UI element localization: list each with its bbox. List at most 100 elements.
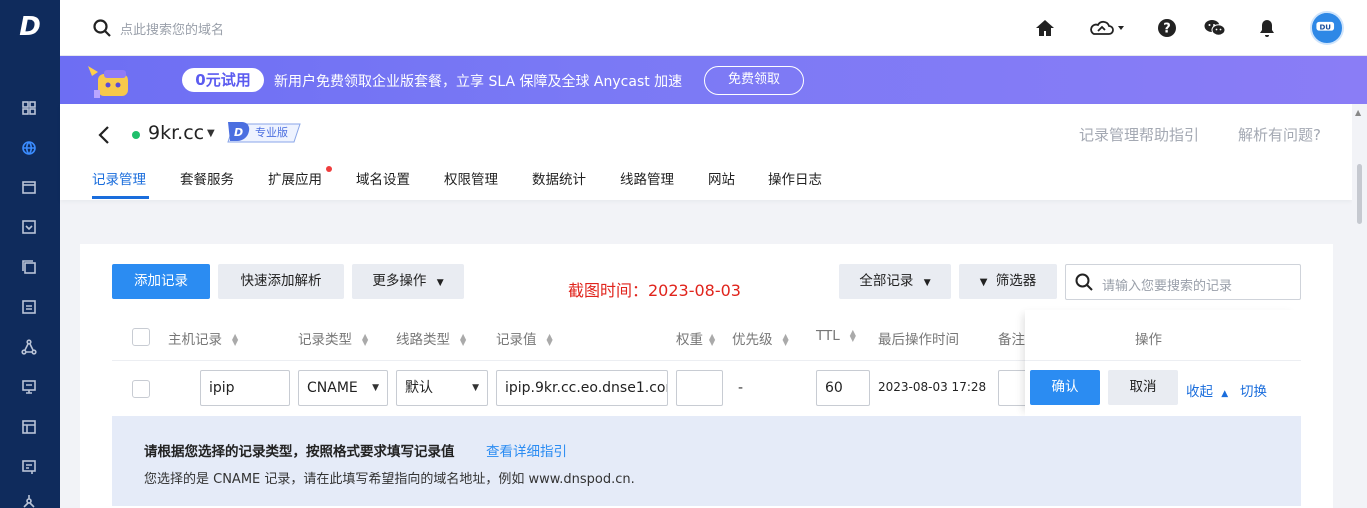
- promo-message: 新用户免费领取企业版套餐，立享 SLA 保障及全球 Anycast 加速: [274, 74, 683, 90]
- line-type-select[interactable]: 默认 ▼: [396, 370, 488, 406]
- column-header-line[interactable]: 线路类型 ▲ ▼: [396, 328, 466, 348]
- home-icon[interactable]: [1033, 16, 1057, 40]
- free-trial-pill: 0元试用: [182, 68, 264, 92]
- column-header-weight-label: 权重: [676, 332, 703, 348]
- column-header-remark: 备注: [998, 332, 1025, 348]
- edition-badge: D 专业版: [226, 120, 302, 144]
- tab-record-management[interactable]: 记录管理: [92, 168, 146, 188]
- column-header-value[interactable]: 记录值 ▲ ▼: [496, 328, 553, 348]
- more-operations-label: 更多操作: [372, 273, 427, 289]
- priority-value: -: [738, 380, 744, 396]
- collapse-label: 收起: [1186, 384, 1213, 400]
- sort-icon: ▲ ▼: [709, 332, 716, 347]
- svg-text:DU: DU: [1319, 22, 1331, 31]
- wechat-icon[interactable]: [1203, 16, 1227, 40]
- filter-button[interactable]: ▼ 筛选器: [959, 264, 1057, 299]
- column-header-ttl-label: TTL: [816, 328, 840, 344]
- ssl-icon[interactable]: [20, 458, 38, 476]
- record-type-value: CNAME: [307, 380, 358, 396]
- switch-link[interactable]: 切换: [1240, 380, 1267, 400]
- column-header-weight[interactable]: 权重 ▲ ▼: [676, 328, 715, 348]
- search-icon[interactable]: [92, 18, 112, 38]
- network-nodes-icon[interactable]: [20, 338, 38, 356]
- add-record-button[interactable]: 添加记录: [112, 264, 210, 299]
- quick-add-button[interactable]: 快速添加解析: [218, 264, 344, 299]
- notification-bell-icon[interactable]: [1255, 16, 1279, 40]
- host-input[interactable]: ipip: [200, 370, 290, 406]
- record-value-input[interactable]: ipip.9kr.cc.eo.dnse1.com: [496, 370, 668, 406]
- dns-globe-icon[interactable]: [20, 139, 38, 157]
- copy-icon[interactable]: [20, 258, 38, 276]
- new-indicator-dot: [326, 166, 332, 172]
- all-records-label: 全部记录: [859, 273, 914, 289]
- operations-header-divider: [1025, 360, 1301, 361]
- record-help-guide-link[interactable]: 记录管理帮助指引: [1079, 124, 1199, 145]
- record-type-select[interactable]: CNAME ▼: [298, 370, 388, 406]
- tab-domain-settings[interactable]: 域名设置: [356, 168, 410, 188]
- all-records-dropdown[interactable]: 全部记录 ▼: [839, 264, 951, 299]
- tab-operation-log[interactable]: 操作日志: [768, 168, 822, 188]
- filter-funnel-icon: ▼: [979, 277, 988, 288]
- resolve-problem-link[interactable]: 解析有问题?: [1238, 124, 1321, 145]
- column-header-type[interactable]: 记录类型 ▲ ▼: [298, 328, 368, 348]
- monitor-icon[interactable]: [20, 378, 38, 396]
- domain-switch-caret-icon[interactable]: ▼: [207, 128, 215, 139]
- more-operations-button[interactable]: 更多操作 ▼: [352, 264, 464, 299]
- calendar-icon[interactable]: [20, 178, 38, 196]
- cancel-button[interactable]: 取消: [1108, 370, 1178, 405]
- svg-text:D: D: [234, 126, 243, 139]
- row-checkbox[interactable]: [132, 380, 150, 398]
- sort-icon: ▲ ▼: [362, 332, 369, 347]
- list-box-icon[interactable]: [20, 298, 38, 316]
- record-value-hint: 请根据您选择的记录类型，按照格式要求填写记录值 查看详细指引 您选择的是 CNA…: [112, 416, 1301, 506]
- tab-statistics[interactable]: 数据统计: [532, 168, 586, 188]
- domain-status-dot: [132, 131, 140, 139]
- tab-plan-service[interactable]: 套餐服务: [180, 168, 234, 188]
- back-arrow-icon[interactable]: [96, 124, 112, 146]
- domain-name[interactable]: 9kr.cc: [148, 122, 204, 144]
- tab-extensions-label: 扩展应用: [268, 172, 322, 188]
- edition-label: 专业版: [255, 126, 288, 139]
- cloud-sync-icon[interactable]: [1086, 16, 1130, 40]
- domain-search-placeholder[interactable]: 点此搜索您的域名: [120, 19, 224, 38]
- promo-mascot-icon: [82, 60, 138, 104]
- confirm-button[interactable]: 确认: [1030, 370, 1100, 405]
- domain-header: 9kr.cc ▼ D 专业版 记录管理帮助指引 解析有问题? 记录管理 套餐服务…: [60, 104, 1352, 200]
- tab-extensions[interactable]: 扩展应用: [268, 166, 332, 188]
- remark-input[interactable]: [998, 370, 1028, 406]
- share-icon[interactable]: [20, 494, 38, 508]
- ttl-input[interactable]: 60: [816, 370, 870, 406]
- user-avatar[interactable]: DU: [1310, 11, 1344, 45]
- scroll-up-arrow-icon[interactable]: ▲: [1355, 108, 1361, 117]
- left-nav-rail: D: [0, 0, 60, 508]
- sort-icon: ▲ ▼: [232, 332, 239, 347]
- claim-free-button[interactable]: 免费领取: [704, 66, 804, 95]
- column-header-value-label: 记录值: [496, 332, 537, 348]
- inbox-icon[interactable]: [20, 218, 38, 236]
- column-header-host[interactable]: 主机记录 ▲ ▼: [168, 328, 238, 348]
- column-header-line-label: 线路类型: [396, 332, 450, 348]
- tab-line-management[interactable]: 线路管理: [620, 168, 674, 188]
- column-header-operations: 操作: [1135, 332, 1162, 348]
- layout-icon[interactable]: [20, 418, 38, 436]
- record-search-placeholder: 请输入您要搜索的记录: [1102, 279, 1233, 294]
- select-all-checkbox[interactable]: [132, 328, 150, 346]
- header-divider: [112, 360, 1025, 361]
- sort-icon: ▲ ▼: [782, 332, 789, 347]
- dashboard-icon[interactable]: [20, 99, 38, 117]
- scrollbar-thumb[interactable]: [1357, 164, 1362, 224]
- record-search-input[interactable]: 请输入您要搜索的记录: [1065, 264, 1301, 300]
- weight-input[interactable]: [676, 370, 723, 406]
- filter-label: 筛选器: [995, 273, 1037, 289]
- column-header-priority[interactable]: 优先级 ▲ ▼: [732, 328, 789, 348]
- column-header-ttl[interactable]: TTL ▲ ▼: [816, 328, 856, 344]
- dnspod-logo[interactable]: D: [16, 12, 44, 42]
- help-icon[interactable]: ?: [1155, 16, 1179, 40]
- column-header-priority-label: 优先级: [732, 332, 773, 348]
- tab-website[interactable]: 网站: [708, 168, 735, 188]
- hint-guide-link[interactable]: 查看详细指引: [486, 440, 567, 460]
- updated-at-value: 2023-08-03 17:28: [878, 380, 987, 394]
- collapse-link[interactable]: 收起 ▲: [1186, 380, 1228, 400]
- tab-permissions[interactable]: 权限管理: [444, 168, 498, 188]
- active-tab-underline: [92, 196, 149, 199]
